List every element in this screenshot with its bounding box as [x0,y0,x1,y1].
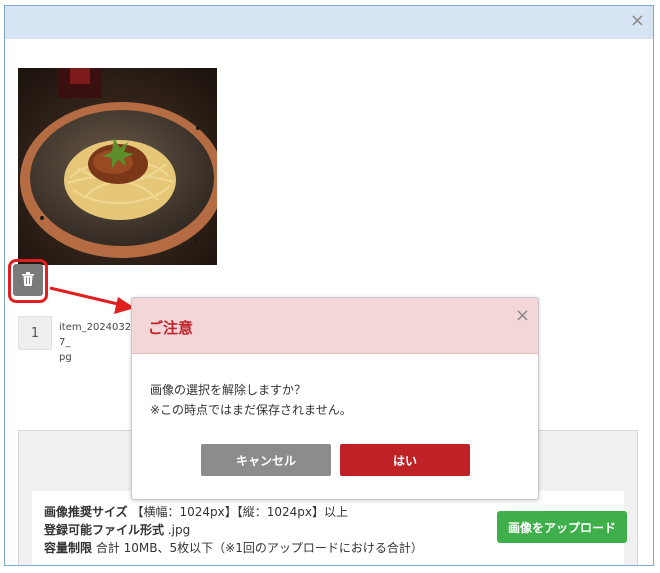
format-label: 登録可能ファイル形式 [44,523,165,537]
dialog-title: ご注意 [148,319,194,337]
image-filename: item_20240327_ pg [59,322,132,363]
size-value: 【横幅：1024px】【縦：1024px】以上 [131,505,349,519]
upload-image-button[interactable]: 画像をアップロード [497,511,627,543]
format-value: .jpg [167,523,191,537]
dialog-message-line-2: ※この時点ではまだ保存されません。 [150,403,352,417]
upload-info-box: 画像推奨サイズ 【横幅：1024px】【縦：1024px】以上 登録可能ファイル… [32,491,627,565]
size-label: 画像推奨サイズ [44,505,128,519]
dialog-message-line-1: 画像の選択を解除しますか？ [150,383,307,397]
window-header: × [5,6,653,39]
delete-image-button[interactable] [13,264,43,296]
close-icon[interactable]: × [630,12,645,30]
dialog-message: 画像の選択を解除しますか？ ※この時点ではまだ保存されません。 [150,380,352,420]
limit-label: 容量制限 [44,541,93,555]
spaghetti-photo [18,68,217,265]
upload-requirements: 画像推奨サイズ 【横幅：1024px】【縦：1024px】以上 登録可能ファイル… [44,503,423,557]
trash-icon [22,271,34,290]
dialog-header: ご注意 × [132,298,538,354]
limit-value: 合計 10MB、5枚以下（※1回のアップロードにおける合計） [95,541,423,555]
close-icon[interactable]: × [515,307,530,325]
confirm-dialog: ご注意 × 画像の選択を解除しますか？ ※この時点ではまだ保存されません。 キャ… [131,297,539,500]
image-index: 1 [18,316,52,350]
cancel-button[interactable]: キャンセル [201,444,331,476]
confirm-yes-button[interactable]: はい [340,444,470,476]
